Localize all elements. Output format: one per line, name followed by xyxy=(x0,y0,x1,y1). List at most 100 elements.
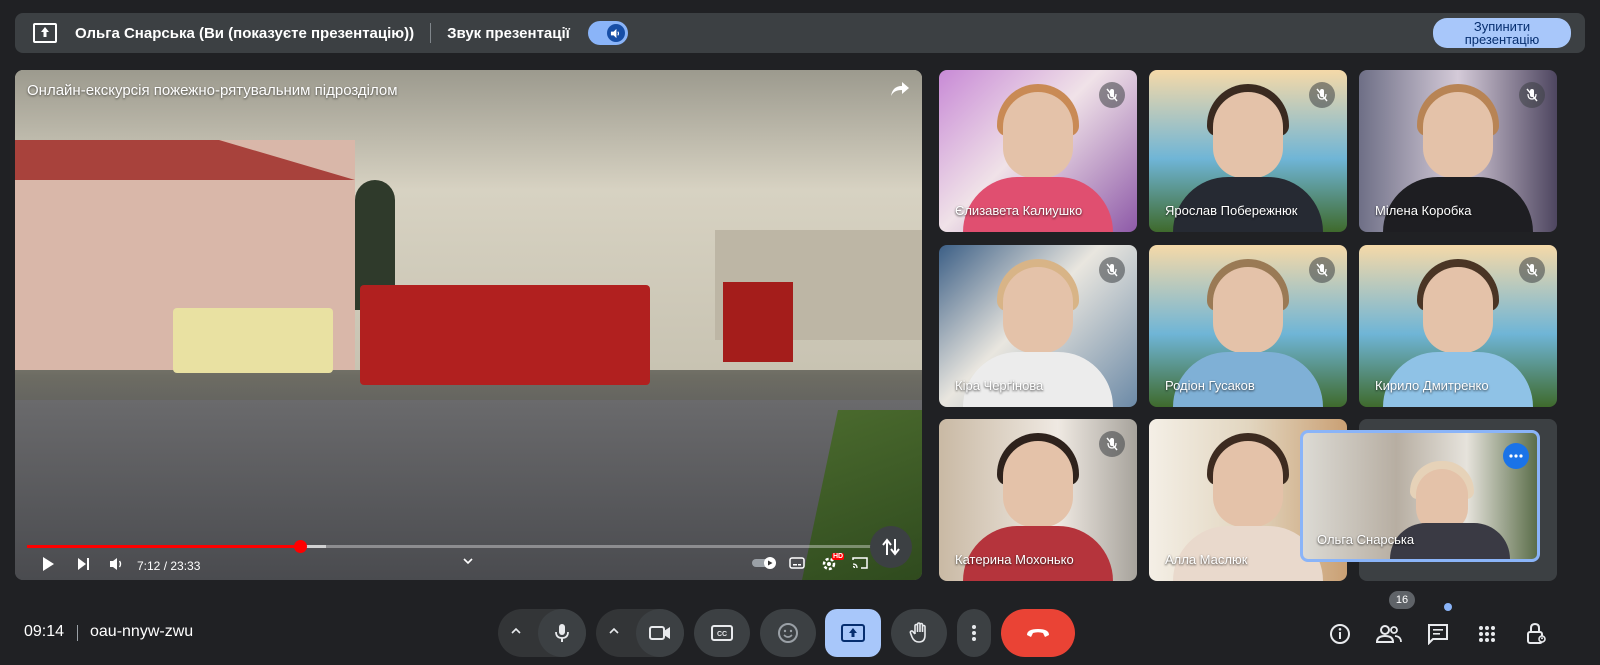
meeting-clock: 09:14 xyxy=(24,623,65,640)
participant-tile[interactable]: Мілена Коробка xyxy=(1359,70,1557,232)
video-time: 7:12 / 23:33 xyxy=(137,559,201,573)
mic-off-icon xyxy=(1519,257,1545,283)
video-scene-ladder-truck xyxy=(360,285,650,385)
camera-icon xyxy=(649,626,670,640)
participant-face xyxy=(1213,267,1283,353)
more-vertical-icon xyxy=(972,625,976,641)
video-title: Онлайн-екскурсія пожежно-рятувальним під… xyxy=(27,82,398,99)
captions-icon: CC xyxy=(711,625,733,641)
camera-button[interactable] xyxy=(636,609,684,657)
hand-icon xyxy=(909,622,926,643)
mic-off-icon xyxy=(1099,431,1125,457)
presented-video[interactable]: Онлайн-екскурсія пожежно-рятувальним під… xyxy=(15,70,922,580)
apps-grid-icon xyxy=(1479,626,1495,642)
svg-text:CC: CC xyxy=(717,631,727,638)
video-scene-road xyxy=(15,400,922,580)
hang-up-icon xyxy=(1027,629,1049,637)
participant-name: Кіра Черґінова xyxy=(955,378,1044,393)
lock-person-icon xyxy=(1527,622,1546,644)
participant-name: Родіон Гусаков xyxy=(1165,378,1255,393)
participant-name: Ярослав Побережнюк xyxy=(1165,203,1298,218)
cast-icon[interactable] xyxy=(851,556,869,573)
participant-tile[interactable]: Єлизавета Калиушко xyxy=(939,70,1137,232)
participant-face xyxy=(1423,267,1493,353)
participant-tile[interactable]: Ярослав Побережнюк xyxy=(1149,70,1347,232)
chat-icon xyxy=(1428,624,1448,645)
more-horizontal-icon xyxy=(1509,454,1523,458)
mic-off-icon xyxy=(1309,82,1335,108)
chat-button[interactable] xyxy=(1423,619,1453,649)
participant-tile[interactable]: Кирило Дмитренко xyxy=(1359,245,1557,407)
subtitles-icon[interactable] xyxy=(789,556,805,573)
chevron-down-icon[interactable] xyxy=(463,554,473,569)
stop-presenting-button[interactable]: Зупинити презентацію xyxy=(1433,18,1571,48)
video-scene-ambulance xyxy=(173,308,333,373)
volume-icon[interactable] xyxy=(109,556,125,575)
progress-scrubber[interactable] xyxy=(293,540,307,553)
microphone-button[interactable] xyxy=(538,609,586,657)
autoplay-toggle[interactable] xyxy=(752,556,778,573)
microphone-icon xyxy=(555,624,569,642)
participant-name: Єлизавета Калиушко xyxy=(955,203,1083,218)
participant-tile[interactable]: Родіон Гусаков xyxy=(1149,245,1347,407)
present-screen-icon xyxy=(841,624,865,642)
participant-face xyxy=(1213,92,1283,178)
mic-off-icon xyxy=(1519,82,1545,108)
host-controls-button[interactable] xyxy=(1521,619,1551,649)
raise-hand-button[interactable] xyxy=(891,609,947,657)
presentation-bar: Ольга Снарська (Ви (показуєте презентаці… xyxy=(15,13,1585,53)
mic-control-group xyxy=(498,609,586,657)
participant-tile[interactable]: Катерина Мохонько xyxy=(939,419,1137,581)
share-icon[interactable] xyxy=(890,80,910,103)
participant-name: Катерина Мохонько xyxy=(955,552,1074,567)
leave-call-button[interactable] xyxy=(1001,609,1075,657)
volume-icon xyxy=(606,24,625,42)
mic-off-icon xyxy=(1099,82,1125,108)
people-icon xyxy=(1376,625,1402,643)
present-screen-icon xyxy=(33,23,57,43)
participant-name: Мілена Коробка xyxy=(1375,203,1472,218)
present-now-button[interactable] xyxy=(825,609,881,657)
bottombar-divider xyxy=(77,625,78,641)
next-icon[interactable] xyxy=(77,556,91,575)
meeting-details-button[interactable] xyxy=(1325,619,1355,649)
presentation-sound-label: Звук презентації xyxy=(447,24,570,42)
captions-button[interactable]: CC xyxy=(694,609,750,657)
progress-played xyxy=(27,545,300,548)
presenter-label: Ольга Снарська (Ви (показуєте презентаці… xyxy=(75,24,415,42)
presentation-sound-toggle[interactable] xyxy=(587,21,628,45)
play-icon[interactable] xyxy=(41,556,55,575)
more-options-button[interactable] xyxy=(957,609,991,657)
participant-face xyxy=(1003,267,1073,353)
participant-face xyxy=(1416,469,1468,531)
emoji-icon xyxy=(778,623,798,643)
participant-tile[interactable]: Кіра Черґінова xyxy=(939,245,1137,407)
swap-layout-button[interactable] xyxy=(870,526,912,568)
hd-badge: HD xyxy=(832,553,845,560)
people-count-badge: 16 xyxy=(1389,591,1415,609)
info-icon xyxy=(1330,624,1350,644)
mic-off-icon xyxy=(1099,257,1125,283)
video-controls: 7:12 / 23:33 HD xyxy=(15,553,922,576)
reactions-button[interactable] xyxy=(760,609,816,657)
participant-name: Кирило Дмитренко xyxy=(1375,378,1489,393)
mic-off-icon xyxy=(1309,257,1335,283)
swap-icon xyxy=(882,538,900,556)
self-view-tile[interactable]: Ольга Снарська xyxy=(1300,430,1540,562)
people-button[interactable] xyxy=(1374,619,1404,649)
chat-notification-dot xyxy=(1444,603,1452,611)
video-progress-bar[interactable] xyxy=(27,540,907,553)
topbar-divider xyxy=(430,23,432,43)
participant-name: Ольга Снарська xyxy=(1317,532,1415,547)
chevron-up-icon[interactable] xyxy=(510,623,522,641)
participant-face xyxy=(1423,92,1493,178)
participant-face xyxy=(1003,92,1073,178)
participant-name: Алла Маслюк xyxy=(1165,552,1248,567)
chevron-up-icon[interactable] xyxy=(608,623,620,641)
settings-icon[interactable]: HD xyxy=(821,553,845,575)
participant-face xyxy=(1213,441,1283,527)
meeting-code: oau-nnyw-zwu xyxy=(90,623,194,640)
activities-button[interactable] xyxy=(1472,619,1502,649)
more-options-button[interactable] xyxy=(1503,443,1529,469)
camera-control-group xyxy=(596,609,684,657)
